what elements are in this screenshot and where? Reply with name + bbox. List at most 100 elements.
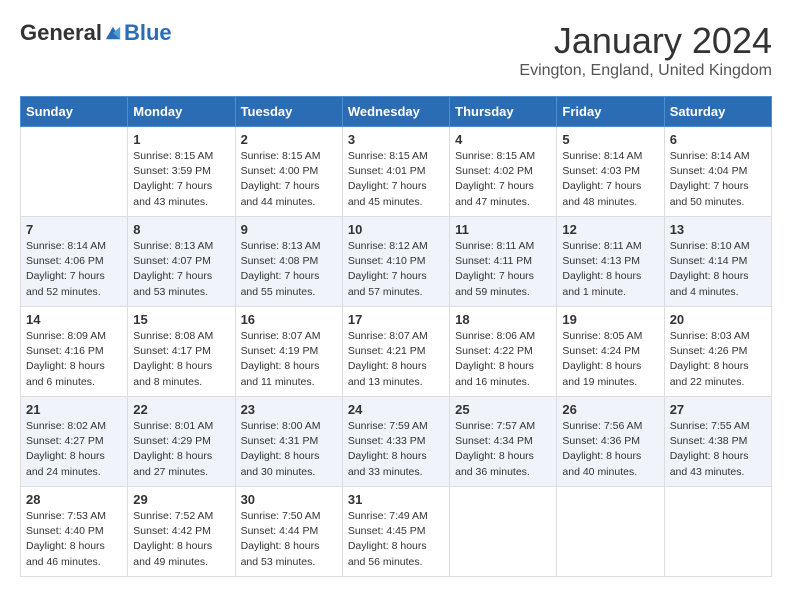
calendar-week-1: 1 Sunrise: 8:15 AMSunset: 3:59 PMDaylight… <box>21 127 772 217</box>
day-info: Sunrise: 8:09 AMSunset: 4:16 PMDaylight:… <box>26 329 122 390</box>
day-info: Sunrise: 8:03 AMSunset: 4:26 PMDaylight:… <box>670 329 766 390</box>
calendar-cell: 10Sunrise: 8:12 AMSunset: 4:10 PMDayligh… <box>342 217 449 307</box>
day-info: Sunrise: 8:05 AMSunset: 4:24 PMDaylight:… <box>562 329 658 390</box>
calendar-cell: 1 Sunrise: 8:15 AMSunset: 3:59 PMDaylight… <box>128 127 235 217</box>
day-info: Sunrise: 7:50 AMSunset: 4:44 PMDaylight:… <box>241 509 337 570</box>
calendar-cell: 5 Sunrise: 8:14 AMSunset: 4:03 PMDaylight… <box>557 127 664 217</box>
day-info: Sunrise: 8:13 AMSunset: 4:07 PMDaylight:… <box>133 239 229 300</box>
calendar-cell: 19 Sunrise: 8:05 AMSunset: 4:24 PMDayligh… <box>557 307 664 397</box>
day-number: 15 <box>133 312 229 327</box>
day-info: Sunrise: 8:15 AMSunset: 4:02 PMDaylight:… <box>455 149 551 210</box>
logo-icon <box>104 24 122 42</box>
calendar-cell: 13Sunrise: 8:10 AMSunset: 4:14 PMDayligh… <box>664 217 771 307</box>
day-info: Sunrise: 7:57 AMSunset: 4:34 PMDaylight:… <box>455 419 551 480</box>
day-info: Sunrise: 8:15 AMSunset: 4:00 PMDaylight:… <box>241 149 337 210</box>
calendar-cell: 26 Sunrise: 7:56 AMSunset: 4:36 PMDayligh… <box>557 397 664 487</box>
calendar-cell: 17Sunrise: 8:07 AMSunset: 4:21 PMDayligh… <box>342 307 449 397</box>
day-info: Sunrise: 8:10 AMSunset: 4:14 PMDaylight:… <box>670 239 766 300</box>
calendar-cell: 8 Sunrise: 8:13 AMSunset: 4:07 PMDaylight… <box>128 217 235 307</box>
page-header: General Blue January 2024 Evington, Engl… <box>20 20 772 80</box>
calendar-cell: 2 Sunrise: 8:15 AMSunset: 4:00 PMDaylight… <box>235 127 342 217</box>
day-number: 27 <box>670 402 766 417</box>
calendar-cell: 22 Sunrise: 8:01 AMSunset: 4:29 PMDayligh… <box>128 397 235 487</box>
day-number: 29 <box>133 492 229 507</box>
calendar-cell: 12 Sunrise: 8:11 AMSunset: 4:13 PMDayligh… <box>557 217 664 307</box>
day-info: Sunrise: 8:11 AMSunset: 4:11 PMDaylight:… <box>455 239 551 300</box>
day-number: 4 <box>455 132 551 147</box>
calendar-week-4: 21 Sunrise: 8:02 AMSunset: 4:27 PMDayligh… <box>21 397 772 487</box>
header-day-tuesday: Tuesday <box>235 97 342 127</box>
calendar-cell: 3Sunrise: 8:15 AMSunset: 4:01 PMDaylight… <box>342 127 449 217</box>
month-title: January 2024 <box>519 20 772 62</box>
day-info: Sunrise: 8:01 AMSunset: 4:29 PMDaylight:… <box>133 419 229 480</box>
day-number: 20 <box>670 312 766 327</box>
calendar-cell: 31Sunrise: 7:49 AMSunset: 4:45 PMDayligh… <box>342 487 449 577</box>
calendar-cell: 28Sunrise: 7:53 AMSunset: 4:40 PMDayligh… <box>21 487 128 577</box>
day-number: 9 <box>241 222 337 237</box>
calendar-table: SundayMondayTuesdayWednesdayThursdayFrid… <box>20 96 772 577</box>
calendar-week-3: 14Sunrise: 8:09 AMSunset: 4:16 PMDayligh… <box>21 307 772 397</box>
day-number: 19 <box>562 312 658 327</box>
day-number: 21 <box>26 402 122 417</box>
day-info: Sunrise: 8:11 AMSunset: 4:13 PMDaylight:… <box>562 239 658 300</box>
day-number: 22 <box>133 402 229 417</box>
calendar-body: 1 Sunrise: 8:15 AMSunset: 3:59 PMDaylight… <box>21 127 772 577</box>
day-number: 17 <box>348 312 444 327</box>
day-number: 11 <box>455 222 551 237</box>
day-info: Sunrise: 8:15 AMSunset: 4:01 PMDaylight:… <box>348 149 444 210</box>
day-number: 1 <box>133 132 229 147</box>
logo: General Blue <box>20 20 172 46</box>
calendar-cell: 7 Sunrise: 8:14 AMSunset: 4:06 PMDaylight… <box>21 217 128 307</box>
calendar-cell: 27Sunrise: 7:55 AMSunset: 4:38 PMDayligh… <box>664 397 771 487</box>
header-day-monday: Monday <box>128 97 235 127</box>
calendar-cell <box>21 127 128 217</box>
calendar-cell: 23Sunrise: 8:00 AMSunset: 4:31 PMDayligh… <box>235 397 342 487</box>
day-info: Sunrise: 8:07 AMSunset: 4:19 PMDaylight:… <box>241 329 337 390</box>
day-number: 28 <box>26 492 122 507</box>
header-row: SundayMondayTuesdayWednesdayThursdayFrid… <box>21 97 772 127</box>
calendar-cell: 15 Sunrise: 8:08 AMSunset: 4:17 PMDayligh… <box>128 307 235 397</box>
day-info: Sunrise: 8:08 AMSunset: 4:17 PMDaylight:… <box>133 329 229 390</box>
day-number: 12 <box>562 222 658 237</box>
location-subtitle: Evington, England, United Kingdom <box>519 62 772 80</box>
day-number: 10 <box>348 222 444 237</box>
calendar-cell: 16 Sunrise: 8:07 AMSunset: 4:19 PMDayligh… <box>235 307 342 397</box>
day-number: 16 <box>241 312 337 327</box>
day-number: 25 <box>455 402 551 417</box>
calendar-cell: 9Sunrise: 8:13 AMSunset: 4:08 PMDaylight… <box>235 217 342 307</box>
calendar-cell <box>450 487 557 577</box>
calendar-cell: 25 Sunrise: 7:57 AMSunset: 4:34 PMDayligh… <box>450 397 557 487</box>
day-info: Sunrise: 8:02 AMSunset: 4:27 PMDaylight:… <box>26 419 122 480</box>
calendar-cell: 14Sunrise: 8:09 AMSunset: 4:16 PMDayligh… <box>21 307 128 397</box>
day-number: 26 <box>562 402 658 417</box>
title-block: January 2024 Evington, England, United K… <box>519 20 772 80</box>
day-number: 7 <box>26 222 122 237</box>
day-info: Sunrise: 8:14 AMSunset: 4:03 PMDaylight:… <box>562 149 658 210</box>
calendar-week-2: 7 Sunrise: 8:14 AMSunset: 4:06 PMDaylight… <box>21 217 772 307</box>
day-number: 30 <box>241 492 337 507</box>
day-info: Sunrise: 8:00 AMSunset: 4:31 PMDaylight:… <box>241 419 337 480</box>
day-number: 2 <box>241 132 337 147</box>
day-info: Sunrise: 8:15 AMSunset: 3:59 PMDaylight:… <box>133 149 229 210</box>
calendar-cell: 11 Sunrise: 8:11 AMSunset: 4:11 PMDayligh… <box>450 217 557 307</box>
day-info: Sunrise: 8:06 AMSunset: 4:22 PMDaylight:… <box>455 329 551 390</box>
calendar-cell: 30 Sunrise: 7:50 AMSunset: 4:44 PMDayligh… <box>235 487 342 577</box>
day-number: 8 <box>133 222 229 237</box>
calendar-cell: 20 Sunrise: 8:03 AMSunset: 4:26 PMDayligh… <box>664 307 771 397</box>
day-info: Sunrise: 7:59 AMSunset: 4:33 PMDaylight:… <box>348 419 444 480</box>
day-info: Sunrise: 8:14 AMSunset: 4:06 PMDaylight:… <box>26 239 122 300</box>
day-info: Sunrise: 7:52 AMSunset: 4:42 PMDaylight:… <box>133 509 229 570</box>
header-day-saturday: Saturday <box>664 97 771 127</box>
day-number: 5 <box>562 132 658 147</box>
logo-blue-text: Blue <box>124 20 172 46</box>
header-day-thursday: Thursday <box>450 97 557 127</box>
calendar-cell: 6Sunrise: 8:14 AMSunset: 4:04 PMDaylight… <box>664 127 771 217</box>
calendar-week-5: 28Sunrise: 7:53 AMSunset: 4:40 PMDayligh… <box>21 487 772 577</box>
day-info: Sunrise: 7:56 AMSunset: 4:36 PMDaylight:… <box>562 419 658 480</box>
calendar-cell <box>557 487 664 577</box>
day-number: 31 <box>348 492 444 507</box>
calendar-header: SundayMondayTuesdayWednesdayThursdayFrid… <box>21 97 772 127</box>
header-day-wednesday: Wednesday <box>342 97 449 127</box>
calendar-cell <box>664 487 771 577</box>
calendar-cell: 18Sunrise: 8:06 AMSunset: 4:22 PMDayligh… <box>450 307 557 397</box>
